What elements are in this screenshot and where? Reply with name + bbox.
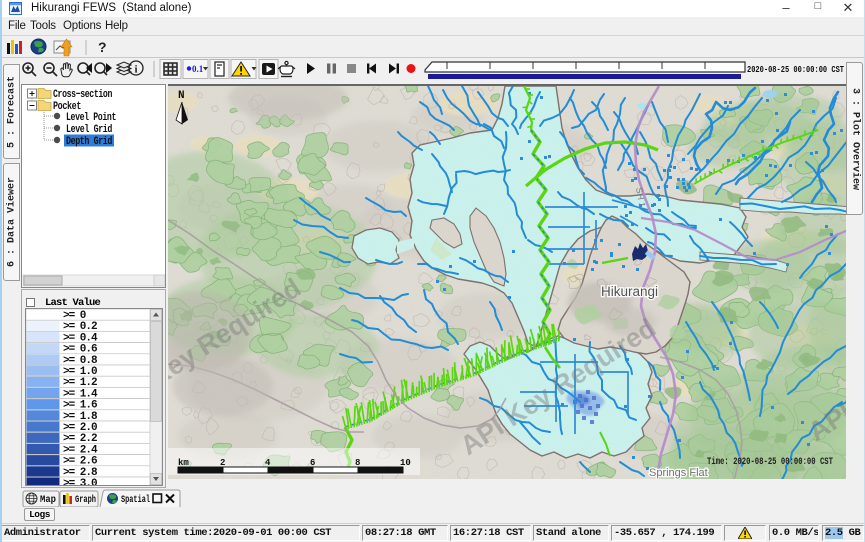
svg-text:?: ? (98, 39, 107, 55)
svg-text:i: i (135, 64, 138, 76)
svg-text:Cross−section: Cross−section (53, 89, 112, 101)
svg-text:Graph: Graph (75, 494, 96, 506)
svg-text:N: N (178, 90, 185, 102)
svg-text:Map: Map (40, 495, 56, 506)
svg-text:Level Grid: Level Grid (66, 124, 112, 136)
svg-text:Springs Flat: Springs Flat (649, 467, 708, 479)
svg-text:Hikurangi: Hikurangi (601, 284, 658, 299)
svg-text:Time: 2020-08-25 00:00:00 CST: Time: 2020-08-25 00:00:00 CST (707, 456, 833, 468)
svg-text:>= 3.0: >= 3.0 (63, 478, 97, 485)
svg-text:0.1: 0.1 (192, 64, 204, 74)
svg-text:2020-08-25 00:00:00 CST: 2020-08-25 00:00:00 CST (747, 64, 844, 75)
svg-text:Spatial: Spatial (121, 494, 150, 506)
svg-text:Depth Grid: Depth Grid (66, 136, 112, 148)
svg-text:Level Point: Level Point (66, 112, 116, 124)
